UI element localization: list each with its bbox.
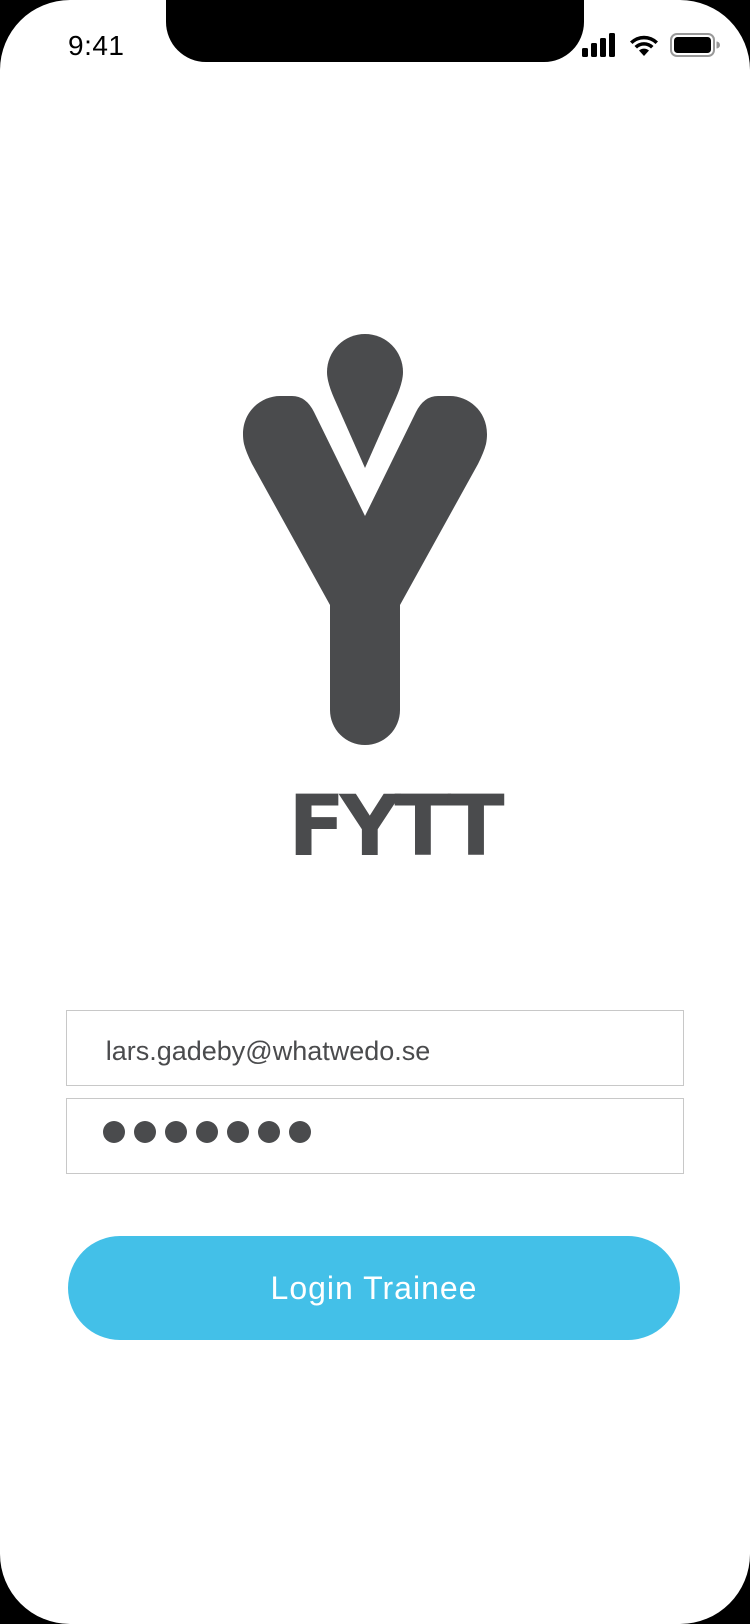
password-mask-dot xyxy=(289,1121,311,1143)
cellular-signal-icon xyxy=(582,33,615,57)
password-mask xyxy=(103,1121,311,1143)
password-field[interactable] xyxy=(66,1098,684,1174)
password-mask-dot xyxy=(103,1121,125,1143)
login-trainee-button[interactable]: Login Trainee xyxy=(68,1236,680,1340)
status-bar-icons xyxy=(582,33,720,57)
app-screen: 9:41 FYTT lars.gadeby@whatwedo.se Login … xyxy=(0,0,750,1624)
wifi-icon xyxy=(630,35,658,56)
password-mask-dot xyxy=(227,1121,249,1143)
password-mask-dot xyxy=(196,1121,218,1143)
password-mask-dot xyxy=(134,1121,156,1143)
password-mask-dot xyxy=(258,1121,280,1143)
password-mask-dot xyxy=(165,1121,187,1143)
email-field-value: lars.gadeby@whatwedo.se xyxy=(105,1036,431,1066)
brand-wordmark: FYTT xyxy=(288,777,505,875)
email-field[interactable]: lars.gadeby@whatwedo.se xyxy=(66,1010,684,1086)
device-notch xyxy=(166,0,584,62)
battery-icon xyxy=(670,33,720,57)
status-bar-time: 9:41 xyxy=(68,30,125,61)
